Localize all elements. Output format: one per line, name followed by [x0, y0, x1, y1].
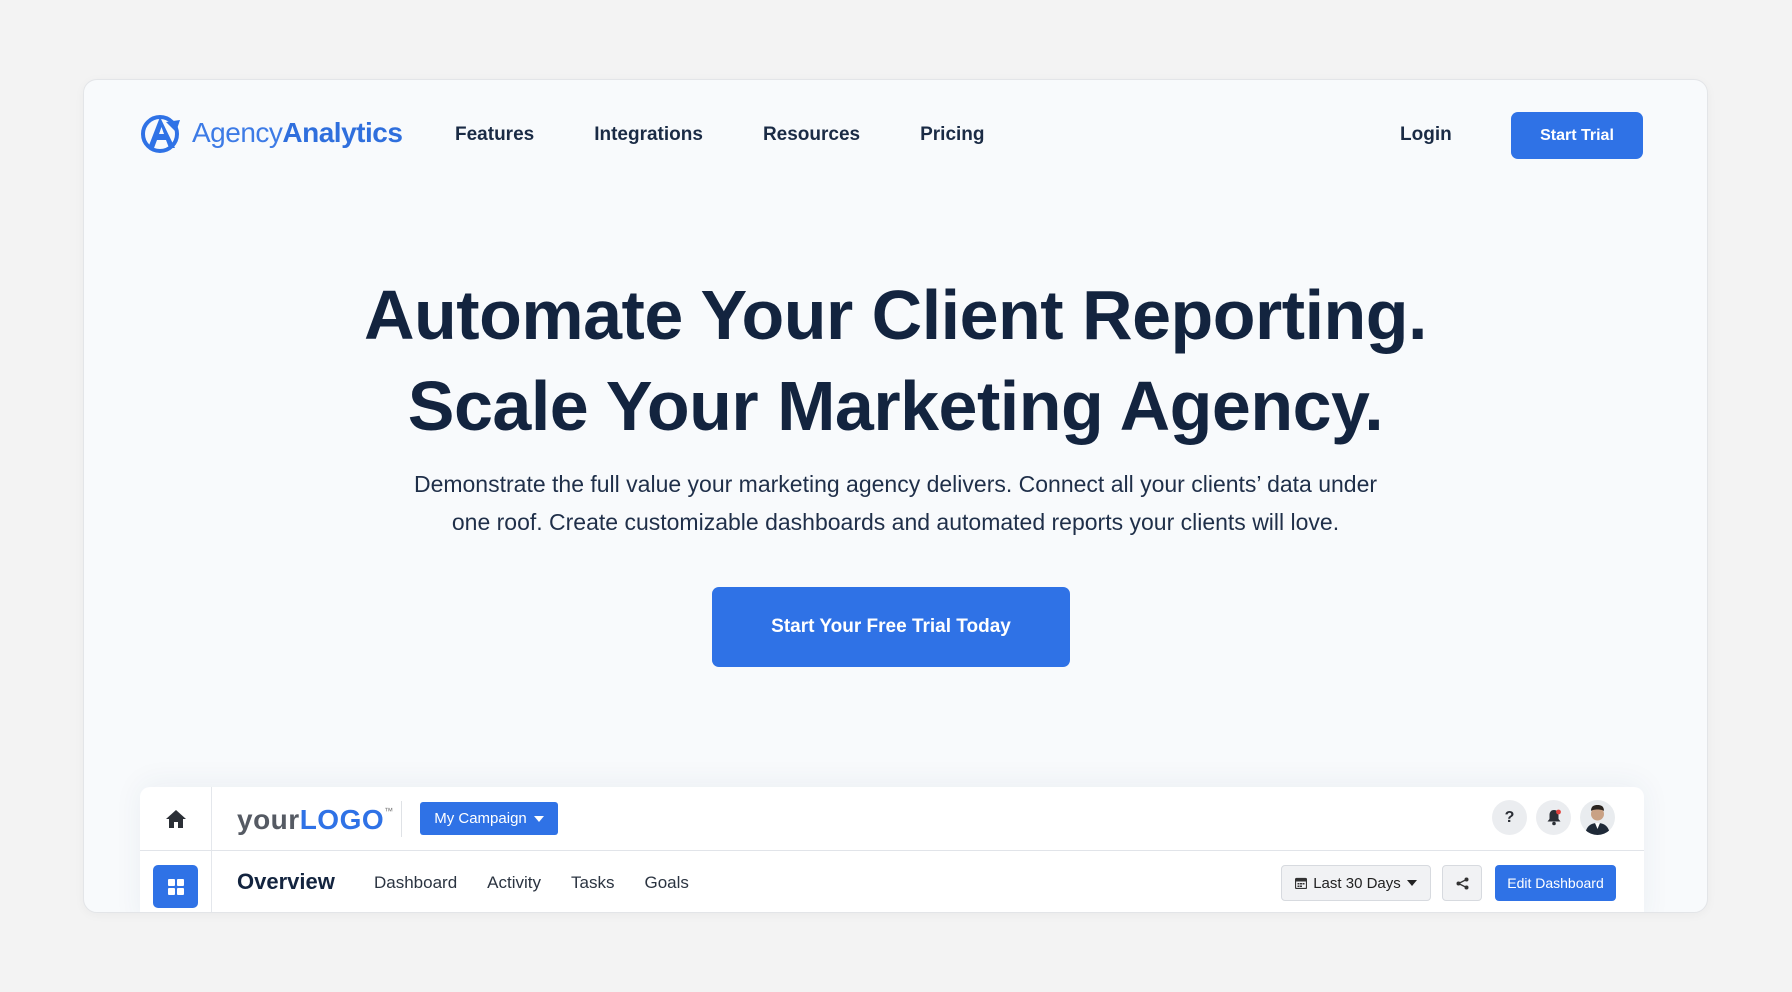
nav-links: Features Integrations Resources Pricing	[455, 124, 985, 146]
brand-logo[interactable]: AgencyAnalytics	[140, 112, 403, 154]
campaign-label: My Campaign	[434, 810, 527, 827]
help-icon: ?	[1504, 808, 1515, 826]
hero-subtitle-line-1: Demonstrate the full value your marketin…	[413, 471, 1378, 497]
brand-name: AgencyAnalytics	[192, 117, 403, 148]
dashboard-tabs: Dashboard Activity Tasks Goals	[374, 873, 689, 893]
hero-title: Automate Your Client Reporting. Scale Yo…	[84, 270, 1707, 452]
chevron-down-icon	[533, 815, 544, 822]
tab-activity[interactable]: Activity	[487, 873, 541, 893]
date-range-label: Last 30 Days	[1313, 874, 1401, 892]
notifications-button[interactable]	[1536, 800, 1571, 835]
hero-subtitle-line-2: one roof. Create customizable dashboards…	[451, 509, 1340, 535]
hero-title-line-2: Scale Your Marketing Agency.	[407, 367, 1384, 445]
share-icon	[1456, 877, 1468, 889]
agencyanalytics-logo-icon	[141, 115, 180, 153]
tab-tasks[interactable]: Tasks	[571, 873, 614, 893]
nav-link-integrations[interactable]: Integrations	[594, 124, 703, 146]
campaign-dropdown[interactable]: My Campaign	[420, 802, 558, 835]
page-card: AgencyAnalytics Features Integrations Re…	[83, 79, 1708, 913]
dashboard-preview: yourLOGO™ My Campaign ? Overview Dashboa…	[140, 787, 1644, 912]
help-button[interactable]: ?	[1492, 800, 1527, 835]
home-icon[interactable]	[165, 809, 187, 829]
tab-goals[interactable]: Goals	[644, 873, 688, 893]
chevron-down-icon	[1406, 880, 1417, 886]
hero-title-line-1: Automate Your Client Reporting.	[363, 276, 1428, 354]
bell-icon	[1547, 809, 1561, 826]
login-link[interactable]: Login	[1400, 124, 1452, 146]
hero-subtitle: Demonstrate the full value your marketin…	[84, 465, 1707, 541]
tab-dashboard[interactable]: Dashboard	[374, 873, 457, 893]
edit-dashboard-button[interactable]: Edit Dashboard	[1495, 865, 1616, 901]
user-avatar-image	[1585, 805, 1610, 835]
share-button[interactable]	[1442, 865, 1482, 901]
date-range-dropdown[interactable]: Last 30 Days	[1281, 865, 1431, 901]
start-trial-button[interactable]: Start Trial	[1511, 112, 1643, 159]
free-trial-cta-button[interactable]: Start Your Free Trial Today	[712, 587, 1070, 667]
avatar[interactable]	[1580, 800, 1615, 835]
grid-icon	[167, 878, 184, 895]
nav-link-pricing[interactable]: Pricing	[920, 124, 984, 146]
nav-link-resources[interactable]: Resources	[763, 124, 860, 146]
nav-link-features[interactable]: Features	[455, 124, 534, 146]
calendar-icon	[1295, 877, 1308, 889]
client-logo: yourLOGO™	[237, 804, 394, 835]
top-nav: AgencyAnalytics Features Integrations Re…	[84, 80, 1707, 192]
grid-menu-button[interactable]	[153, 865, 198, 908]
header-divider	[401, 801, 402, 837]
page-title: Overview	[237, 869, 335, 894]
